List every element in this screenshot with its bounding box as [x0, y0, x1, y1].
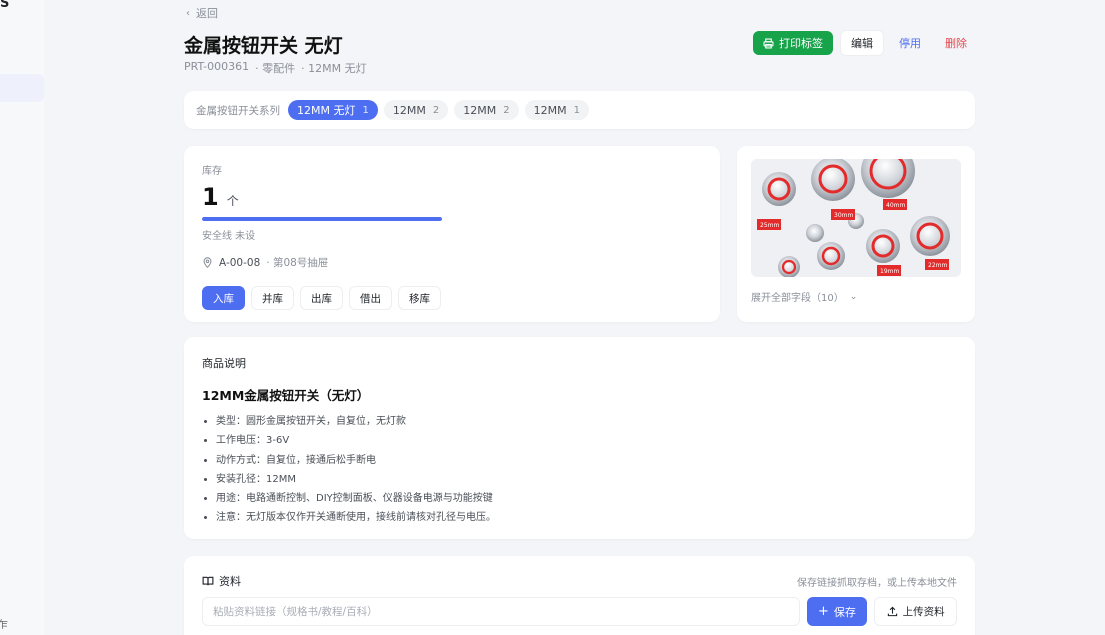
edit-button[interactable]: 编辑: [841, 31, 883, 55]
series-chip-count: 2: [432, 104, 440, 116]
print-label-button[interactable]: 打印标签: [753, 31, 833, 55]
description-heading: 商品说明: [202, 357, 246, 370]
stock-level-fill: [202, 217, 442, 221]
stock-quantity: 1 个: [202, 183, 702, 211]
series-chip-1[interactable]: 12MM 无灯 1: [288, 100, 378, 120]
product-image-card: 25mm 30mm 40mm 19mm 22mm 展开全部字段（10） ⌄: [737, 146, 975, 322]
printer-icon: [763, 37, 774, 49]
back-link[interactable]: ‹ 返回: [186, 5, 218, 21]
upload-icon: [887, 606, 897, 617]
product-photo-illustration: 25mm 30mm 40mm 19mm 22mm: [751, 159, 961, 277]
expand-fields-label: 展开全部字段（10）: [751, 293, 844, 304]
part-number: PRT-000361: [184, 60, 250, 73]
product-photo[interactable]: 25mm 30mm 40mm 19mm 22mm: [751, 159, 961, 277]
disable-button[interactable]: 停用: [891, 31, 929, 55]
size-label-25mm: 25mm: [760, 222, 779, 229]
move-stock-button[interactable]: 移库: [398, 286, 441, 310]
location-code: A-00-08: [219, 256, 261, 269]
header-actions: 打印标签 编辑 停用 删除: [753, 31, 975, 55]
series-chip-2[interactable]: 12MM 2: [383, 100, 449, 120]
series-chip-4[interactable]: 12MM 1: [524, 100, 589, 120]
merge-stock-button[interactable]: 并库: [251, 286, 294, 310]
delete-button[interactable]: 删除: [937, 31, 975, 55]
list-item: 类型：圆形金属按钮开关，自复位，无灯款: [216, 412, 957, 431]
stock-in-button[interactable]: 入库: [202, 286, 245, 310]
safety-line-text: 安全线 未设: [202, 231, 256, 242]
page-title: 金属按钮开关 无灯: [184, 35, 343, 57]
series-chip-label: 12MM: [533, 103, 567, 117]
size-label-30mm: 30mm: [834, 212, 853, 219]
stock-card: 库存 1 个 安全线 未设 A-00-08 · 第08号抽屉 入库 并库 出库 …: [184, 146, 720, 322]
part-category: · 零配件: [255, 62, 296, 75]
list-item: 注意：无灯版本仅作开关通断使用，接线前请核对孔径与电压。: [216, 508, 957, 527]
materials-heading-text: 资料: [219, 575, 241, 588]
series-chip-label: 12MM 无灯: [297, 104, 356, 117]
chevron-left-icon: ‹: [186, 7, 190, 19]
page-subtitle: PRT-000361 · 零配件 · 12MM 无灯: [184, 60, 367, 76]
stock-level-bar: [202, 217, 442, 221]
stock-out-button[interactable]: 出库: [300, 286, 343, 310]
series-chip-label: 12MM: [392, 103, 426, 117]
book-icon: [202, 576, 214, 586]
save-button[interactable]: + 保存: [806, 597, 868, 626]
part-spec: · 12MM 无灯: [301, 62, 367, 75]
series-chip-count: 1: [362, 104, 369, 116]
upload-button[interactable]: 上传资料: [874, 597, 957, 626]
chevron-down-icon: ⌄: [849, 291, 858, 302]
material-link-input[interactable]: [202, 597, 800, 626]
stock-label: 库存: [202, 166, 222, 177]
list-item: 动作方式：自复位，接通后松手断电: [216, 451, 957, 470]
size-label-22mm: 22mm: [928, 262, 947, 269]
stock-number: 1: [202, 183, 219, 211]
materials-card: 资料 保存链接抓取存档，或上传本地文件 + 保存 上传资料: [184, 556, 975, 635]
list-item: 用途：电路通断控制、DIY控制面板、仪器设备电源与功能按键: [216, 489, 957, 508]
list-item: 工作电压：3-6V: [216, 431, 957, 450]
sidebar-corner-text: S: [0, 0, 10, 11]
materials-hint: 保存链接抓取存档，或上传本地文件: [797, 577, 957, 589]
stock-operations: 入库 并库 出库 借出 移库: [202, 286, 702, 310]
series-chip-count: 1: [573, 104, 580, 116]
product-title: 12MM金属按钮开关（无灯）: [202, 388, 370, 403]
series-bar: 金属按钮开关系列 12MM 无灯 1 12MM 2 12MM 2 12MM 1: [184, 91, 975, 129]
series-label: 金属按钮开关系列: [196, 104, 280, 117]
upload-label: 上传资料: [902, 606, 945, 618]
list-item: 安装孔径：12MM: [216, 470, 957, 489]
save-label: 保存: [833, 605, 856, 619]
print-label-text: 打印标签: [779, 37, 823, 50]
location-drawer: · 第08号抽屉: [266, 257, 329, 269]
series-chip-3[interactable]: 12MM 2: [454, 100, 519, 120]
product-description-card: 商品说明 12MM金属按钮开关（无灯） 类型：圆形金属按钮开关，自复位，无灯款 …: [184, 337, 975, 539]
series-chip-label: 12MM: [463, 103, 497, 117]
sidebar: S 乍: [0, 0, 44, 635]
size-label-19mm: 19mm: [880, 268, 899, 275]
storage-location: A-00-08 · 第08号抽屉: [202, 255, 702, 270]
sidebar-item-active[interactable]: [0, 74, 44, 102]
sidebar-bottom-text: 乍: [0, 620, 8, 631]
size-label-40mm: 40mm: [886, 202, 905, 209]
materials-heading: 资料: [202, 573, 241, 589]
back-label: 返回: [196, 7, 218, 20]
series-chip-count: 2: [503, 104, 510, 116]
lend-button[interactable]: 借出: [349, 286, 392, 310]
location-pin-icon: [203, 257, 212, 268]
expand-fields-link[interactable]: 展开全部字段（10） ⌄: [751, 289, 961, 305]
stock-unit: 个: [226, 194, 239, 208]
spec-list: 类型：圆形金属按钮开关，自复位，无灯款 工作电压：3-6V 动作方式：自复位，接…: [202, 412, 957, 528]
plus-icon: +: [818, 604, 829, 619]
